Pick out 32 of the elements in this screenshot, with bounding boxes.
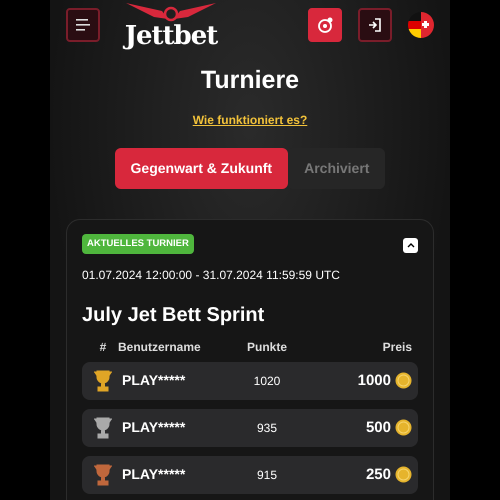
username: PLAY***** [121, 418, 186, 435]
coin-icon [395, 466, 412, 484]
collapse-toggle[interactable] [403, 238, 418, 252]
logo-text: Jettbet [124, 23, 218, 49]
column-header: # [100, 340, 106, 354]
prize-amount: 250 [366, 464, 391, 484]
menu-icon [76, 19, 90, 31]
points: 935 [256, 420, 278, 435]
page-title: Turniere [200, 65, 300, 96]
menu-button[interactable] [66, 8, 100, 42]
wings-icon [124, 1, 218, 23]
column-header: Preis [382, 340, 412, 354]
prize-amount: 1000 [358, 370, 391, 390]
register-button[interactable] [308, 8, 342, 42]
username: PLAY***** [121, 372, 186, 388]
tab[interactable]: Gegenwart & Zukunft [114, 148, 288, 188]
points: 1020 [254, 374, 280, 388]
prize-amount: 500 [366, 418, 391, 438]
chevron-up-icon [406, 242, 414, 248]
tournament-period: 01.07.2024 12:00:00 - 31.07.2024 11:59:59 UTC [82, 266, 341, 284]
column-header: Punkte [246, 340, 287, 354]
coin-icon [395, 419, 412, 436]
coin-icon [395, 372, 412, 390]
language-flag-icon[interactable] [408, 12, 434, 38]
tournament-name: July Jet Bett Sprint [82, 302, 266, 328]
points: 915 [256, 468, 278, 482]
username: PLAY***** [121, 466, 186, 482]
column-header: Benutzername [118, 340, 201, 354]
login-button[interactable] [358, 8, 392, 42]
help-link[interactable]: Wie funktioniert es? [192, 112, 308, 126]
login-icon [367, 17, 383, 33]
status-badge: AKTUELLES TURNIER [82, 234, 194, 254]
